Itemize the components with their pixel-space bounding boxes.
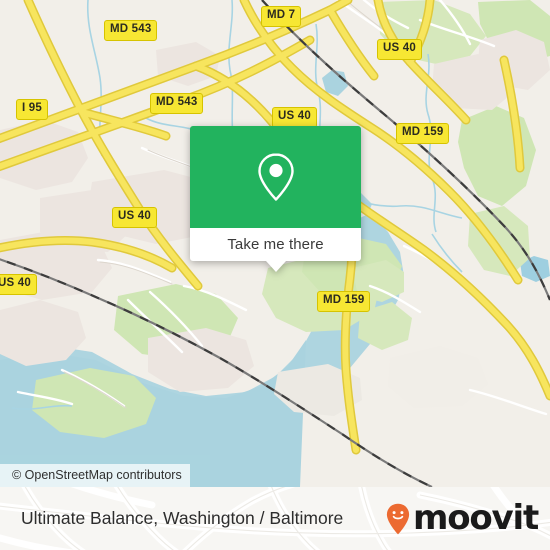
- take-me-there-label: Take me there: [227, 236, 324, 253]
- map-canvas[interactable]: MD 543 MD 7 US 40 I 95 MD 543 US 40 MD 159 US 4…: [0, 0, 550, 487]
- shield-us-40-left: US 40: [0, 274, 37, 295]
- moovit-logo[interactable]: moovit: [386, 487, 539, 550]
- take-me-there-button[interactable]: Take me there: [190, 228, 361, 272]
- shield-us-40-mid: US 40: [272, 107, 317, 128]
- callout-tail-pointer: [265, 261, 286, 272]
- shield-md-543-top: MD 543: [104, 20, 158, 41]
- place-title: Ultimate Balance, Washington / Baltimore: [21, 507, 344, 528]
- footer-bar: Ultimate Balance, Washington / Baltimore…: [0, 487, 550, 550]
- shield-us-40-west: US 40: [112, 207, 157, 228]
- shield-md-159-mid: MD 159: [317, 291, 371, 312]
- moovit-place-card-screen: MD 543 MD 7 US 40 I 95 MD 543 US 40 MD 159 US 4…: [0, 0, 550, 550]
- shield-us-40-ne: US 40: [377, 39, 422, 60]
- openstreetmap-attribution[interactable]: © OpenStreetMap contributors: [0, 463, 190, 487]
- shield-i-95: I 95: [16, 99, 48, 120]
- moovit-pin-icon: [386, 503, 410, 534]
- map-pin-icon: [257, 153, 294, 201]
- place-callout-card: Take me there: [190, 126, 361, 272]
- shield-md-543-mid: MD 543: [150, 93, 204, 114]
- moovit-wordmark: moovit: [412, 497, 539, 538]
- callout-image-area: [190, 126, 361, 228]
- shield-md-159-top: MD 159: [396, 123, 450, 144]
- shield-md-7: MD 7: [261, 6, 302, 27]
